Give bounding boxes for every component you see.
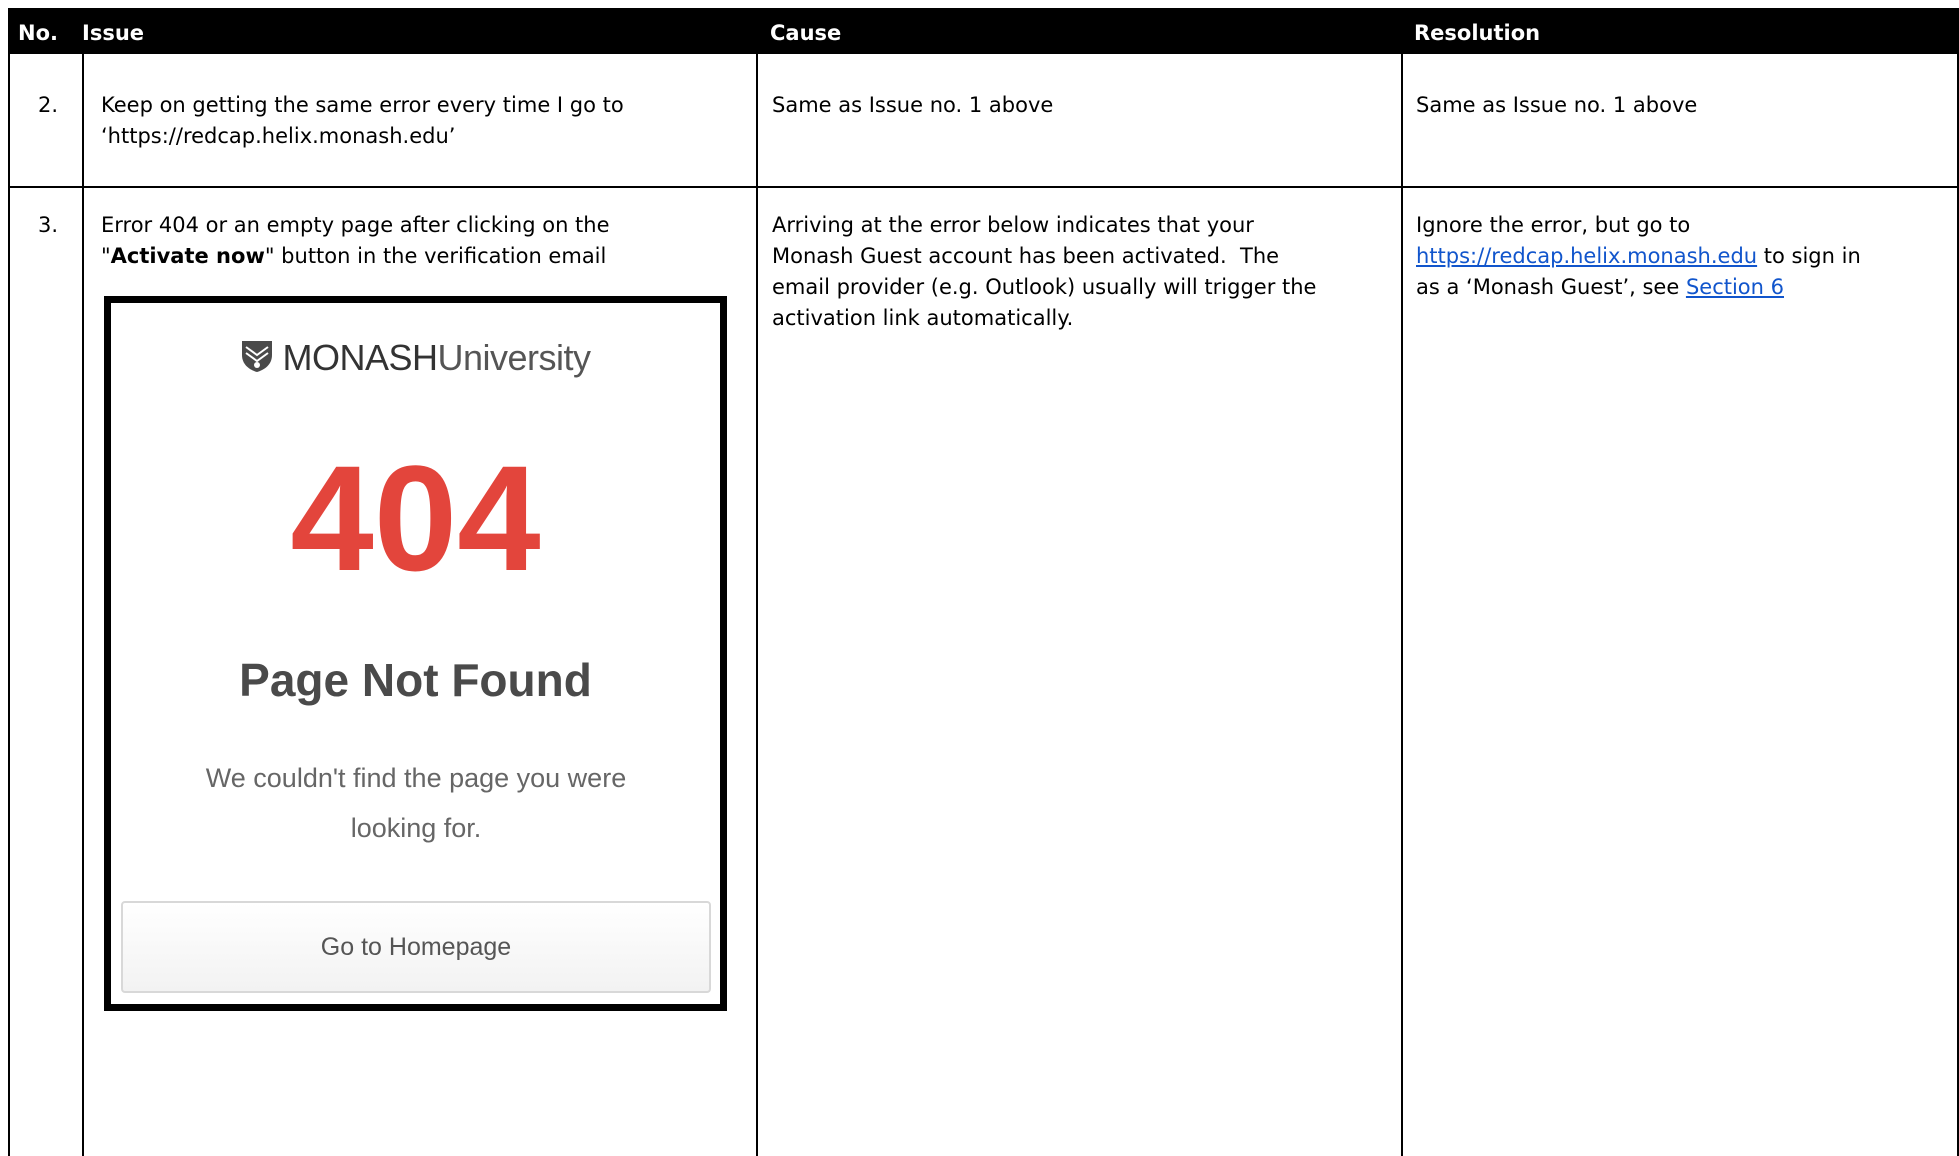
cause-text-line: Monash Guest account has been activated.… bbox=[772, 244, 1280, 268]
go-to-homepage-button[interactable]: Go to Homepage bbox=[121, 901, 711, 993]
column-divider bbox=[1401, 54, 1403, 1156]
cause-text-line: activation link automatically. bbox=[772, 306, 1074, 330]
error-code: 404 bbox=[290, 434, 541, 602]
activate-now-label: Activate now bbox=[110, 244, 265, 268]
cause-text-line: email provider (e.g. Outlook) usually wi… bbox=[772, 275, 1317, 299]
error-message: We couldn't find the page you were looki… bbox=[171, 753, 661, 853]
cause-cell: Same as Issue no. 1 above bbox=[772, 93, 1054, 117]
row-divider bbox=[8, 186, 1959, 188]
error-title: Page Not Found bbox=[239, 654, 592, 706]
redcap-link[interactable]: https://redcap.helix.monash.edu bbox=[1416, 244, 1757, 268]
issue-text-line: ‘https://redcap.helix.monash.edu’ bbox=[101, 124, 456, 148]
resolution-text-line: https://redcap.helix.monash.edu to sign … bbox=[1416, 241, 1956, 272]
issue-text-rest: " button in the verification email bbox=[264, 244, 607, 268]
error-404-screenshot: MONASHUniversity 404 Page Not Found We c… bbox=[104, 296, 727, 1011]
header-no: No. bbox=[18, 21, 58, 45]
monash-logo: MONASHUniversity bbox=[111, 337, 720, 382]
resolution-text-rest: to sign in bbox=[1757, 244, 1861, 268]
table-border-left bbox=[8, 54, 10, 1156]
monash-crest-icon bbox=[240, 339, 274, 382]
issue-text-line: Error 404 or an empty page after clickin… bbox=[101, 213, 610, 237]
header-resolution: Resolution bbox=[1414, 21, 1541, 45]
issue-text-line: "Activate now" button in the verificatio… bbox=[101, 241, 751, 272]
header-cause: Cause bbox=[770, 21, 842, 45]
issue-cell: Keep on getting the same error every tim… bbox=[101, 90, 741, 152]
column-divider bbox=[756, 54, 758, 1156]
resolution-cell: Same as Issue no. 1 above bbox=[1416, 93, 1698, 117]
logo-university: University bbox=[437, 337, 591, 378]
resolution-text-line: as a ‘Monash Guest’, see Section 6 bbox=[1416, 272, 1956, 303]
error-message-line: looking for. bbox=[350, 813, 482, 843]
resolution-cell: Ignore the error, but go to https://redc… bbox=[1416, 210, 1956, 303]
issue-cell: Error 404 or an empty page after clickin… bbox=[101, 210, 751, 272]
section-6-link[interactable]: Section 6 bbox=[1686, 275, 1784, 299]
quote-open: " bbox=[101, 244, 111, 268]
column-divider bbox=[82, 54, 84, 1156]
cause-cell: Arriving at the error below indicates th… bbox=[772, 210, 1392, 334]
row-number: 2. bbox=[38, 93, 59, 117]
logo-monash: MONASH bbox=[282, 337, 438, 378]
error-message-line: We couldn't find the page you were bbox=[205, 763, 627, 793]
cause-text-line: Arriving at the error below indicates th… bbox=[772, 213, 1254, 237]
header-issue: Issue bbox=[82, 21, 145, 45]
issue-text-line: Keep on getting the same error every tim… bbox=[101, 93, 624, 117]
row-number: 3. bbox=[38, 213, 59, 237]
table-header: No. Issue Cause Resolution bbox=[8, 8, 1959, 54]
resolution-text-pre: as a ‘Monash Guest’, see bbox=[1416, 275, 1686, 299]
resolution-text-line: Ignore the error, but go to bbox=[1416, 213, 1691, 237]
